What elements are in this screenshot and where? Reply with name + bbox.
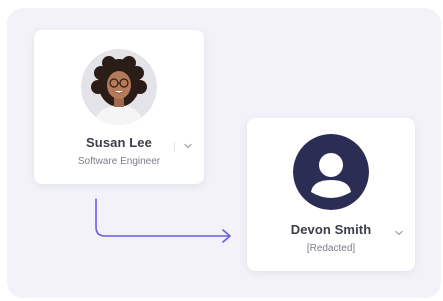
org-node-card[interactable]: Susan Lee Software Engineer bbox=[34, 30, 204, 184]
chevron-down-icon[interactable] bbox=[182, 140, 194, 152]
node-role: Software Engineer bbox=[77, 156, 161, 167]
node-name: Susan Lee bbox=[86, 135, 152, 150]
node-role: [Redacted] bbox=[306, 243, 356, 254]
divider bbox=[174, 142, 175, 152]
node-name: Devon Smith bbox=[290, 222, 372, 237]
chevron-down-icon[interactable] bbox=[393, 227, 405, 239]
user-icon bbox=[293, 134, 369, 210]
person-photo-icon bbox=[81, 49, 157, 125]
avatar bbox=[293, 134, 369, 210]
org-node-card[interactable]: Devon Smith [Redacted] bbox=[247, 118, 415, 271]
avatar bbox=[81, 49, 157, 125]
